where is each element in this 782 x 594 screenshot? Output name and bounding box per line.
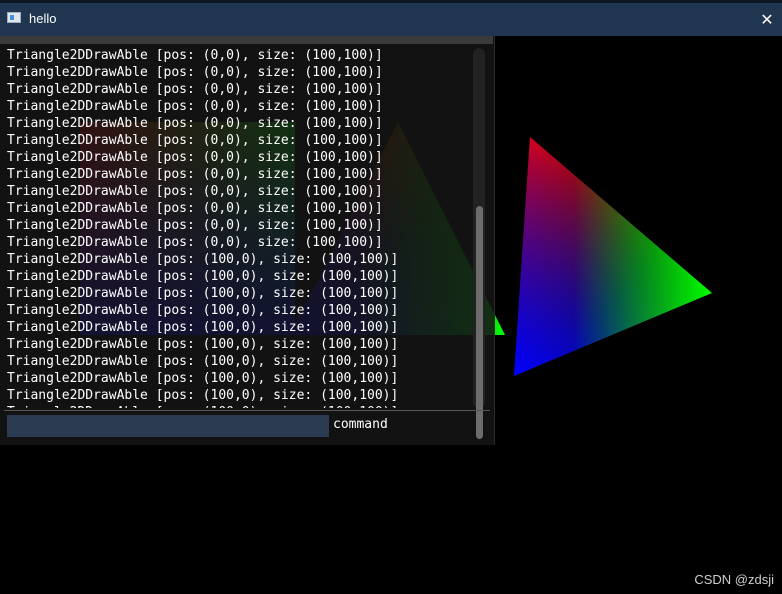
watermark: CSDN @zdsji	[694, 572, 774, 587]
console-line: Triangle2DDrawAble [pos: (0,0), size: (1…	[7, 82, 383, 97]
console-line: Triangle2DDrawAble [pos: (0,0), size: (1…	[7, 201, 383, 216]
console-line: Triangle2DDrawAble [pos: (100,0), size: …	[7, 252, 399, 267]
console-line: Triangle2DDrawAble [pos: (0,0), size: (1…	[7, 150, 383, 165]
app-window: hello ✕ Triangle2DDrawAble [pos: (0,0), …	[0, 0, 782, 594]
command-input[interactable]	[7, 415, 329, 437]
console-line: Triangle2DDrawAble [pos: (100,0), size: …	[7, 269, 399, 284]
console-line: Triangle2DDrawAble [pos: (0,0), size: (1…	[7, 48, 383, 63]
divider	[4, 410, 490, 411]
title-bar: hello ✕	[0, 0, 782, 36]
console-line: Triangle2DDrawAble [pos: (100,0), size: …	[7, 388, 399, 403]
console-line: Triangle2DDrawAble [pos: (0,0), size: (1…	[7, 65, 383, 80]
close-icon[interactable]: ✕	[752, 3, 782, 36]
console-line: Triangle2DDrawAble [pos: (0,0), size: (1…	[7, 218, 383, 233]
console-line: Triangle2DDrawAble [pos: (100,0), size: …	[7, 371, 399, 386]
console-log[interactable]: Triangle2DDrawAble [pos: (0,0), size: (1…	[0, 44, 470, 408]
triangle-right	[514, 137, 712, 376]
console-line: Triangle2DDrawAble [pos: (100,0), size: …	[7, 303, 399, 318]
console-line: Triangle2DDrawAble [pos: (100,0), size: …	[7, 354, 399, 369]
scrollbar-thumb[interactable]	[476, 206, 483, 439]
console-line: Triangle2DDrawAble [pos: (100,0), size: …	[7, 404, 398, 408]
console-line: Triangle2DDrawAble [pos: (100,0), size: …	[7, 337, 399, 352]
console-header-strip	[0, 36, 493, 44]
console-line: Triangle2DDrawAble [pos: (100,0), size: …	[7, 320, 399, 335]
console-line: Triangle2DDrawAble [pos: (0,0), size: (1…	[7, 235, 383, 250]
console-line: Triangle2DDrawAble [pos: (0,0), size: (1…	[7, 184, 383, 199]
console-panel: Triangle2DDrawAble [pos: (0,0), size: (1…	[0, 36, 495, 445]
console-line: Triangle2DDrawAble [pos: (0,0), size: (1…	[7, 116, 383, 131]
console-line: Triangle2DDrawAble [pos: (100,0), size: …	[7, 286, 399, 301]
app-window-icon	[7, 12, 21, 23]
console-line: Triangle2DDrawAble [pos: (0,0), size: (1…	[7, 99, 383, 114]
console-line: Triangle2DDrawAble [pos: (0,0), size: (1…	[7, 167, 383, 182]
command-label: command	[333, 417, 388, 432]
console-line: Triangle2DDrawAble [pos: (0,0), size: (1…	[7, 133, 383, 148]
window-title: hello	[29, 11, 57, 26]
